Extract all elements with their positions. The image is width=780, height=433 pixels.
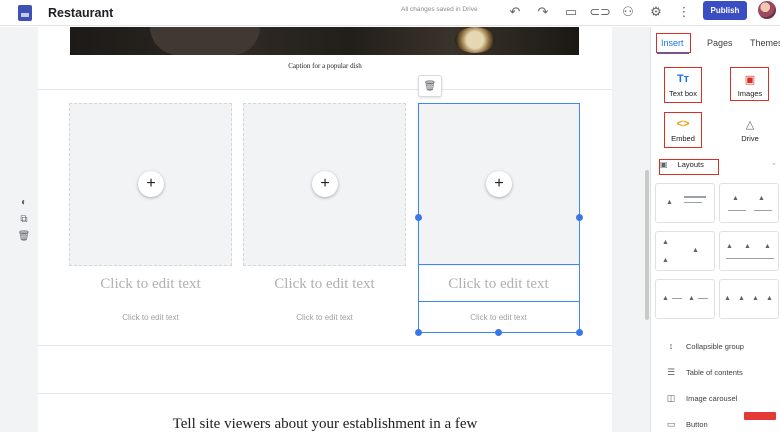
insert-table-of-contents[interactable]: ☰ Table of contents — [664, 367, 743, 378]
add-image-button-2[interactable]: + — [312, 171, 338, 197]
intro-text[interactable]: Tell site viewers about your establishme… — [38, 416, 612, 433]
hero-image[interactable] — [70, 27, 579, 55]
insert-collapsible-group[interactable]: ↕ Collapsible group — [664, 341, 744, 351]
layout-image-icon: ▲ — [744, 243, 751, 250]
sites-logo-icon[interactable] — [18, 4, 32, 21]
resize-handle-bottom-right[interactable] — [576, 329, 583, 336]
layout-option-5[interactable]: ▲ ▲ — [655, 279, 715, 319]
layout-option-2[interactable]: ▲ ▲ — [719, 183, 779, 223]
layout-image-icon: ▲ — [758, 195, 765, 202]
layout-image-icon: ▲ — [692, 247, 699, 254]
redo-icon[interactable]: ↷ — [534, 3, 552, 21]
hero-image-plate — [150, 27, 260, 55]
settings-icon[interactable]: ⚙ — [647, 3, 665, 21]
avatar[interactable] — [758, 1, 776, 19]
layout-image-icon: ▲ — [766, 295, 773, 302]
collapsible-group-icon: ↕ — [668, 341, 674, 351]
drive-icon: △ — [745, 118, 755, 131]
component-label: Collapsible group — [686, 341, 744, 351]
layout-line — [754, 210, 772, 211]
insert-drive[interactable]: △ Drive — [729, 117, 771, 144]
tab-themes[interactable]: Themes — [750, 38, 780, 48]
table-of-contents-icon: ☰ — [666, 367, 676, 377]
save-status: All changes saved in Drive — [401, 6, 478, 13]
highlight-insert-tab — [656, 33, 691, 53]
highlight-layouts — [659, 159, 719, 175]
theme-palette-icon[interactable]: ◐ — [18, 196, 30, 208]
resize-handle-left[interactable] — [415, 214, 422, 221]
delete-icon[interactable]: 🗑 — [18, 230, 31, 242]
layout-option-3[interactable]: ▲ ▲ ▲ — [655, 231, 715, 271]
component-label: Button — [686, 420, 708, 429]
section-divider — [38, 89, 612, 90]
layout-line — [684, 202, 702, 203]
layout-image-icon: ▲ — [662, 239, 669, 246]
more-vert-icon[interactable]: ⋮ — [675, 3, 693, 21]
layout-option-4[interactable]: ▲ ▲ ▲ — [719, 231, 779, 271]
layout-line — [726, 258, 774, 259]
layout-option-6[interactable]: ▲ ▲ ▲ ▲ — [719, 279, 779, 319]
body-text-2[interactable]: Click to edit text — [243, 313, 406, 322]
link-icon[interactable]: ⊂⊃ — [589, 3, 611, 21]
layout-line — [684, 196, 706, 198]
layout-image-icon: ▲ — [662, 295, 669, 302]
layout-image-icon: ▲ — [738, 295, 745, 302]
section-divider — [38, 393, 612, 394]
layout-image-icon: ▲ — [724, 295, 731, 302]
text-selection-outline — [418, 264, 580, 302]
delete-section-button[interactable]: 🗑 — [418, 75, 442, 97]
insert-item-label: Drive — [741, 134, 759, 143]
layout-image-icon: ▲ — [764, 243, 771, 250]
resize-handle-right[interactable] — [576, 214, 583, 221]
layout-image-icon: ▲ — [662, 257, 669, 264]
layout-image-icon: ▲ — [688, 295, 695, 302]
add-person-icon[interactable]: ⚇ — [619, 3, 637, 21]
layout-image-icon: ▲ — [666, 199, 673, 206]
section-divider — [38, 345, 612, 346]
highlight-images — [730, 67, 769, 101]
plus-icon: + — [146, 175, 156, 192]
site-title[interactable]: Restaurant — [48, 6, 113, 20]
layout-option-1[interactable]: ▲ — [655, 183, 715, 223]
image-carousel-icon: ◫ — [666, 393, 676, 403]
insert-button[interactable]: ▭ Button — [664, 419, 708, 430]
collapse-icon[interactable]: ⌃ — [771, 162, 777, 170]
layout-image-icon: ▲ — [726, 243, 733, 250]
subscribe-badge — [744, 412, 776, 420]
heading-text-2[interactable]: Click to edit text — [243, 276, 406, 293]
scrollbar-thumb[interactable] — [645, 170, 649, 320]
component-label: Image carousel — [686, 394, 738, 403]
heading-text-1[interactable]: Click to edit text — [69, 276, 232, 293]
publish-button[interactable]: Publish — [703, 1, 747, 20]
tab-pages[interactable]: Pages — [707, 38, 733, 48]
body-text-1[interactable]: Click to edit text — [69, 313, 232, 322]
duplicate-icon[interactable]: ⧉ — [18, 213, 30, 225]
insert-image-carousel[interactable]: ◫ Image carousel — [664, 393, 738, 404]
plus-icon: + — [320, 175, 330, 192]
image-caption[interactable]: Caption for a popular dish — [0, 62, 650, 70]
add-image-button-1[interactable]: + — [138, 171, 164, 197]
resize-handle-bottom[interactable] — [495, 329, 502, 336]
layout-line — [672, 298, 682, 299]
layout-line — [728, 210, 746, 211]
hero-image-detail — [455, 27, 495, 53]
undo-icon[interactable]: ↶ — [506, 3, 524, 21]
button-icon: ▭ — [666, 419, 676, 429]
layout-image-icon: ▲ — [752, 295, 759, 302]
component-label: Table of contents — [686, 368, 743, 377]
trash-icon: 🗑 — [423, 80, 437, 92]
highlight-text-box — [664, 67, 702, 103]
layout-image-icon: ▲ — [732, 195, 739, 202]
highlight-embed — [664, 112, 702, 148]
resize-handle-bottom-left[interactable] — [415, 329, 422, 336]
layout-line — [698, 298, 708, 299]
preview-icon[interactable]: ▭ — [562, 3, 580, 21]
